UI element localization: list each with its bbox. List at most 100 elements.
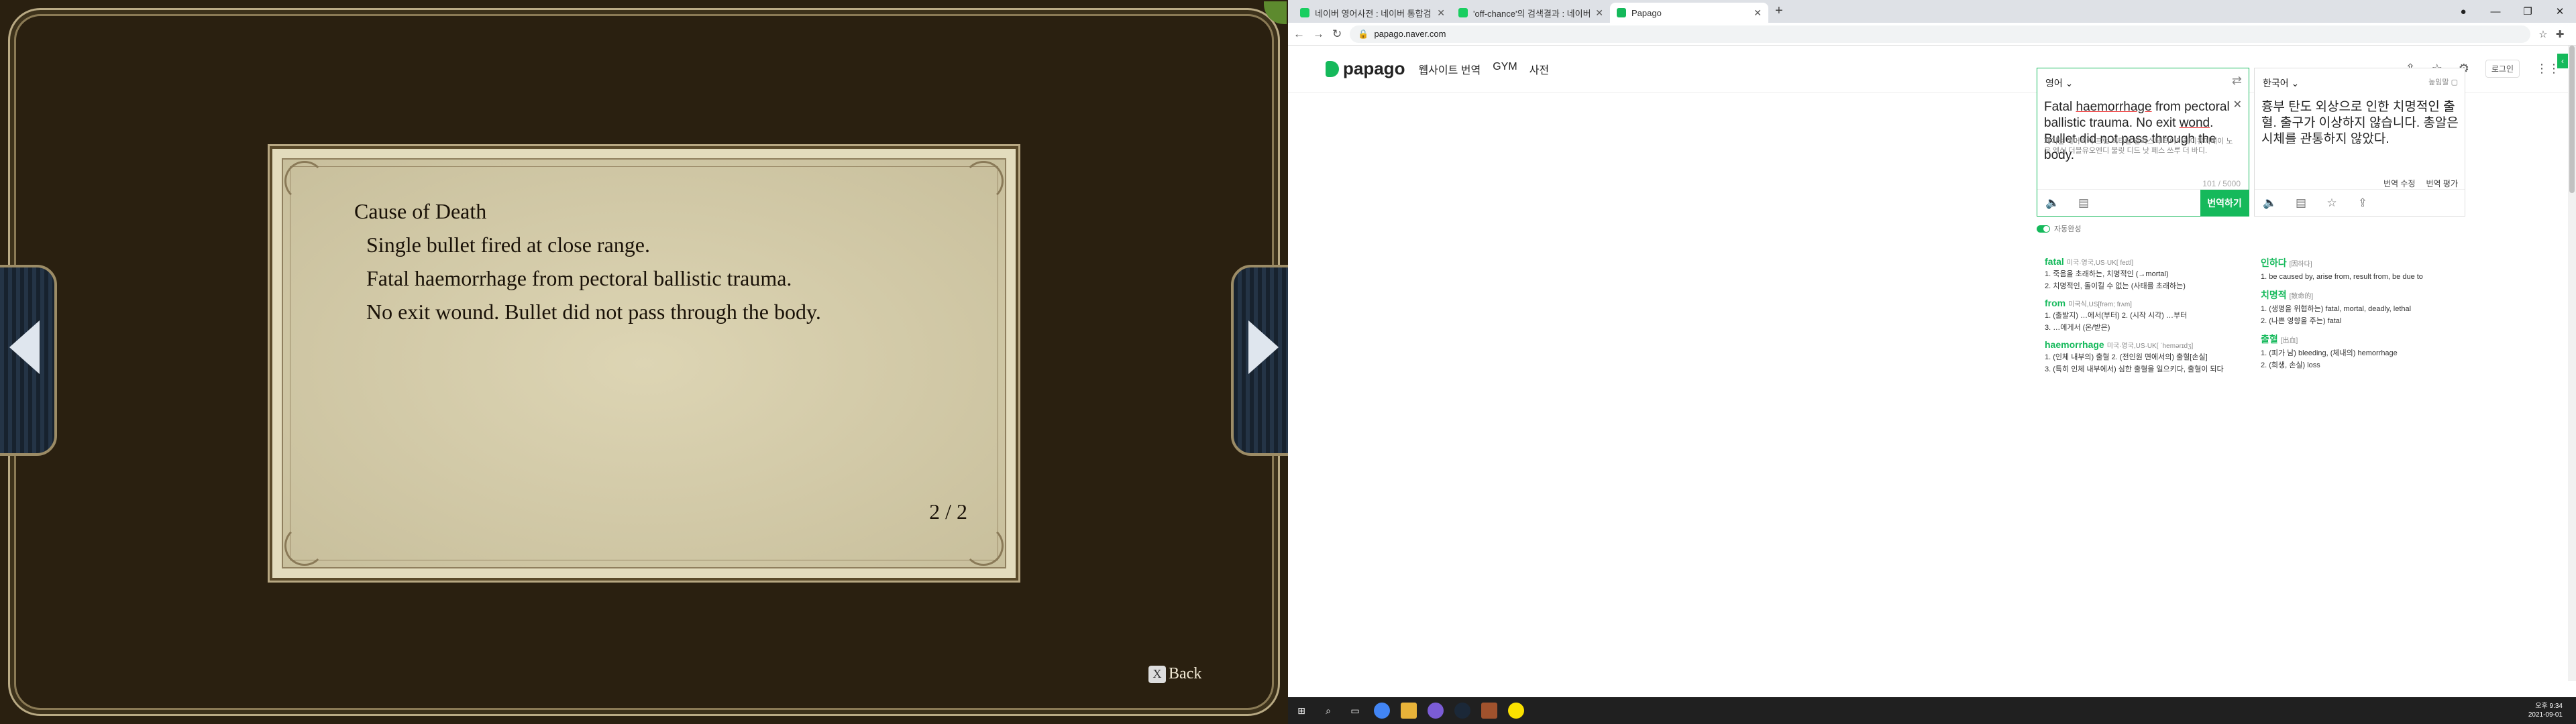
dict-meaning: 2. (나쁜 영향을 주는) fatal [2261,317,2342,325]
dict-meaning: 2. 치명적인, 돌이킬 수 없는 (사태를 초래하는) [2045,282,2186,290]
taskbar: ⊞ ⌕ ▭ 오후 9:34 2021-09-01 [1288,697,2576,724]
dict-word[interactable]: haemorrhage 미국·영국,US·UK[ ˈhemərɪdʒ] [2045,339,2253,350]
honorific-toggle[interactable]: 높임말 ▢ [2428,76,2458,87]
corner-ornament [963,526,1004,566]
profile-icon[interactable]: ● [2447,0,2479,23]
extension-icons: ☆ ✚ ⋮ [2538,28,2576,40]
copy-icon[interactable]: ▤ [2068,196,2099,210]
minimize-icon[interactable]: — [2479,0,2512,23]
steam-icon[interactable] [1454,703,1470,719]
copy-icon[interactable]: ▤ [2286,196,2316,210]
dict-meaning: 3. …에게서 (온/받은) [2045,324,2110,332]
papago-logo[interactable]: papago [1326,58,1405,79]
main-nav: 웹사이트 번역 GYM 사전 [1418,61,1549,77]
tab-off-chance[interactable]: 'off-chance'의 검색결과 : 네이버 사전 ✕ [1452,3,1610,23]
target-links: 번역 수정 번역 평가 [2383,178,2458,189]
pronunciation-text: 페이털 헤머리지 프럼 펙터럴 발리스틱 티아마레이유메베이 노우 엑싯 더블유… [2044,137,2233,155]
maximize-icon[interactable]: ❐ [2512,0,2544,23]
translate-button[interactable]: 번역하기 [2200,189,2249,217]
dict-meaning: 1. 죽음을 초래하는, 치명적인 (→mortal) [2045,270,2169,278]
papago-mark-icon [1326,60,1339,77]
windows-start-icon[interactable]: ⊞ [1292,701,1311,720]
new-tab-icon[interactable]: + [1768,3,1790,23]
translated-text: 흉부 탄도 외상으로 인한 치명적인 출혈. 출구가 이상하지 않습니다. 총알… [2261,100,2459,146]
char-count: 101 / 5000 [2202,179,2241,188]
naver-favicon-icon [1458,8,1468,17]
login-button[interactable]: 로그인 [2485,60,2520,78]
rate-translation-link[interactable]: 번역 평가 [2426,178,2459,189]
url-text: papago.naver.com [1374,29,1446,39]
speaker-icon[interactable]: 🔈 [2255,196,2286,210]
dict-meaning: 2. (희생, 손실) loss [2261,361,2320,369]
target-lang-label: 한국어 [2263,78,2289,88]
nav-dictionary[interactable]: 사전 [1529,61,1549,77]
logo-text: papago [1343,58,1405,78]
dict-word[interactable]: 치명적 [致命的] [2261,288,2469,302]
dict-word[interactable]: from 미국식,US[frəm; frʌm] [2045,298,2253,308]
task-view-icon[interactable]: ▭ [1346,701,1364,720]
evidence-line: Fatal haemorrhage from pectoral ballisti… [366,266,792,290]
dict-results-right: 인하다 [因하다] 1. be caused by, arise from, re… [2261,249,2469,370]
back-button[interactable]: X Back [1148,665,1201,683]
prev-page-arrow-icon[interactable] [9,320,40,374]
swap-languages-icon[interactable]: ⇄ [2232,74,2242,88]
source-text-part: Fatal [2044,100,2076,114]
dict-meaning: 1. be caused by, arise from, result from… [2261,273,2423,281]
search-icon[interactable]: ⌕ [1319,701,1338,720]
favorite-star-icon[interactable]: ☆ [2316,196,2347,210]
next-page-arrow-icon[interactable] [1248,320,1279,374]
tab-title: 네이버 영어사전 : 네이버 통합검색 [1315,8,1432,19]
honorific-label: 높임말 [2428,78,2449,86]
nav-website-translate[interactable]: 웹사이트 번역 [1418,61,1481,77]
share-icon[interactable]: ⇪ [2347,196,2378,210]
file-explorer-icon[interactable] [1401,703,1417,719]
tab-naver-dict[interactable]: 네이버 영어사전 : 네이버 통합검색 ✕ [1293,3,1452,23]
close-tab-icon[interactable]: ✕ [1754,7,1762,19]
papago-favicon-icon [1617,8,1626,17]
misspelled-word: haemorrhage [2076,100,2152,114]
page-scrollbar[interactable] [2568,46,2576,681]
evidence-line: Single bullet fired at close range. [366,233,650,257]
dict-word[interactable]: 출혈 [出血] [2261,333,2469,346]
x-key-icon: X [1148,665,1166,683]
forward-icon[interactable]: → [1313,27,1324,41]
scroll-thumb[interactable] [2569,46,2575,193]
puzzle-icon[interactable]: ✚ [2556,28,2565,40]
dict-word[interactable]: 인하다 [因하다] [2261,256,2469,269]
speaker-icon[interactable]: 🔈 [2037,196,2068,210]
edit-translation-link[interactable]: 번역 수정 [2383,178,2416,189]
chrome-icon[interactable] [1374,703,1390,719]
tab-papago[interactable]: Papago ✕ [1610,3,1768,23]
game-window: Cause of Death Single bullet fired at cl… [0,0,1288,724]
source-lang-select[interactable]: 영어 ⌄ [2045,76,2073,90]
misspelled-word: wond [2179,116,2210,130]
star-icon[interactable]: ☆ [2538,28,2547,40]
clock-date: 2021-09-01 [2528,711,2563,719]
corner-ornament [284,526,325,566]
reload-icon[interactable]: ↻ [1332,27,1342,41]
system-clock[interactable]: 오후 9:34 2021-09-01 [2528,702,2563,719]
close-tab-icon[interactable]: ✕ [1595,7,1603,19]
dict-meaning: 1. (피가 남) bleeding, (체내의) hemorrhage [2261,349,2398,357]
menu-dots-icon[interactable]: ⋮ [2572,28,2576,40]
apps-grid-icon[interactable]: ⋮⋮ [2536,62,2560,76]
back-icon[interactable]: ← [1293,27,1305,41]
close-tab-icon[interactable]: ✕ [1437,7,1445,19]
page-number: 2 / 2 [929,499,967,524]
app-icon[interactable] [1428,703,1444,719]
game-icon[interactable] [1481,703,1497,719]
corner-ornament [963,161,1004,201]
window-controls: ● — ❐ ✕ [2447,0,2576,23]
target-lang-select[interactable]: 한국어 ⌄ [2263,76,2299,90]
side-expand-icon[interactable]: ‹ [2557,54,2568,68]
close-window-icon[interactable]: ✕ [2544,0,2576,23]
autocomplete-toggle[interactable]: 자동완성 [2037,223,2081,234]
dict-meaning: 1. (인체 내부의) 출혈 2. (전인원 면에서의) 출혈[손실] [2045,353,2208,361]
nav-gym[interactable]: GYM [1493,61,1517,77]
url-field[interactable]: 🔒 papago.naver.com [1350,25,2531,43]
autocomplete-label: 자동완성 [2054,225,2082,233]
clear-text-icon[interactable]: ✕ [2233,98,2242,111]
evidence-line: No exit wound. Bullet did not pass throu… [366,300,821,324]
kakaotalk-icon[interactable] [1508,703,1524,719]
dict-word[interactable]: fatal 미국·영국,US·UK[ feɪtl] [2045,256,2253,267]
